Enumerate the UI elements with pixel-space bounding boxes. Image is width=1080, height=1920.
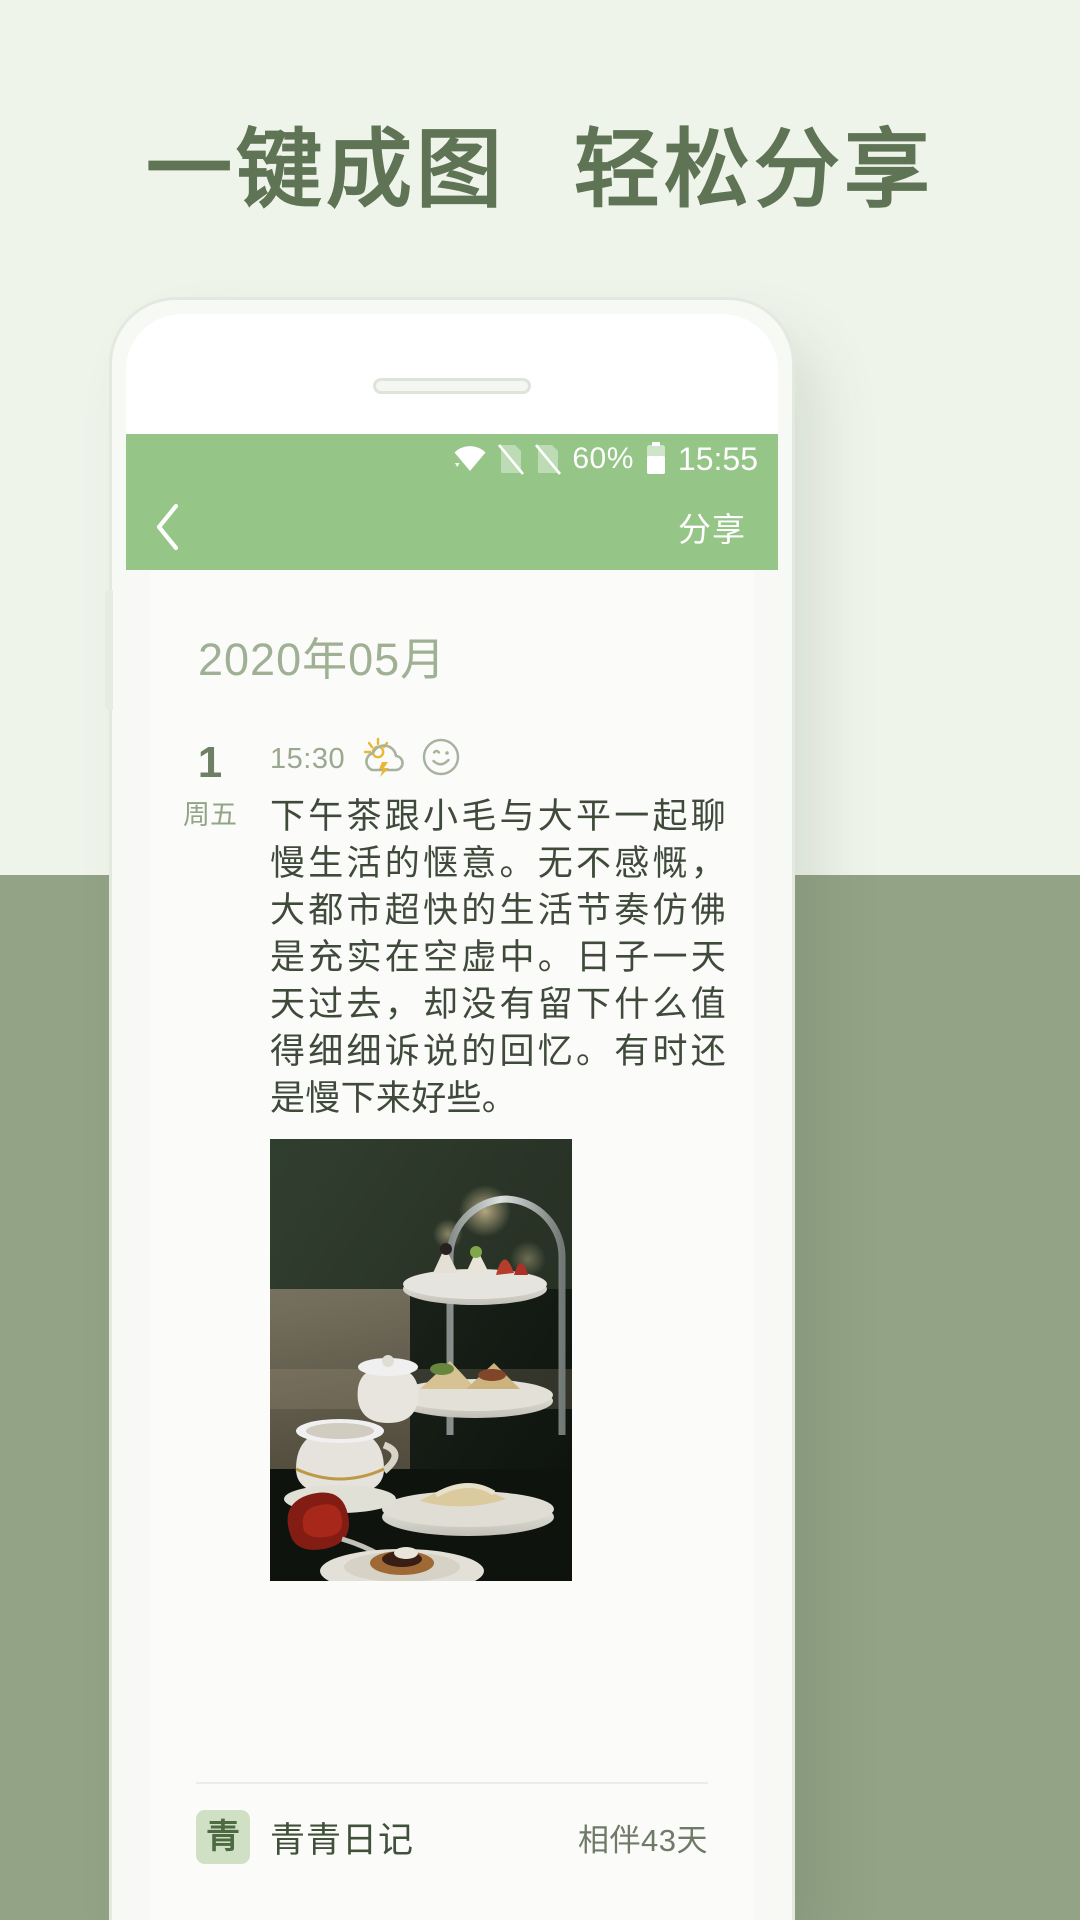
wifi-icon — [453, 445, 487, 473]
entry-body: 15:30 下午茶跟小毛与大平一起聊慢生活的惬意。无不感慨，大都市超快的生活节奏… — [270, 736, 754, 1581]
sim-no-signal-icon-1 — [498, 443, 525, 475]
entry-time-label: 15:30 — [270, 742, 346, 775]
chevron-left-icon — [156, 503, 179, 551]
app-brand: 青 青青日记 — [196, 1810, 414, 1864]
entry-date-column: 1 周五 — [150, 736, 270, 1581]
app-nav-bar: 分享 — [126, 484, 778, 570]
entry-meta-row: 15:30 — [270, 736, 726, 782]
entry-day-number: 1 — [197, 738, 223, 787]
app-name-label: 青青日记 — [270, 1820, 415, 1860]
entry-photo[interactable] — [270, 1139, 572, 1581]
clock-label: 15:55 — [677, 441, 758, 477]
share-button[interactable]: 分享 — [674, 497, 750, 557]
phone-speaker-grille — [373, 378, 531, 394]
phone-screen-bezel: 60% 15:55 分享 2020年05月 1 周五 15:30 下午茶跟小毛与… — [126, 314, 778, 1920]
entry-weekday: 周五 — [183, 800, 237, 831]
diary-card: 2020年05月 1 周五 15:30 下午茶跟小毛与大平一起聊慢生活的惬意。无… — [150, 570, 754, 1920]
battery-icon — [645, 442, 667, 476]
diary-entry[interactable]: 1 周五 15:30 下午茶跟小毛与大平一起聊慢生活的惬意。无不感慨，大都市超快… — [150, 688, 754, 1581]
thunderstorm-cloud-sun-icon — [360, 736, 406, 783]
month-heading: 2020年05月 — [198, 634, 447, 685]
status-bar: 60% 15:55 — [126, 434, 778, 484]
companion-days-label: 相伴43天 — [578, 1822, 708, 1858]
phone-screen: 60% 15:55 分享 2020年05月 1 周五 15:30 下午茶跟小毛与… — [126, 434, 778, 1920]
battery-percent-label: 60% — [572, 442, 634, 475]
back-button[interactable] — [154, 499, 200, 555]
entry-text: 下午茶跟小毛与大平一起聊慢生活的惬意。无不感慨，大都市超快的生活节奏仿佛是充实在… — [270, 797, 726, 1118]
sim-no-signal-icon-2 — [535, 443, 562, 475]
promo-headline: 一键成图 轻松分享 — [146, 120, 934, 220]
smiley-face-icon — [421, 737, 461, 782]
app-logo-icon: 青 — [196, 1810, 250, 1864]
card-footer: 青 青青日记 相伴43天 — [196, 1782, 708, 1864]
